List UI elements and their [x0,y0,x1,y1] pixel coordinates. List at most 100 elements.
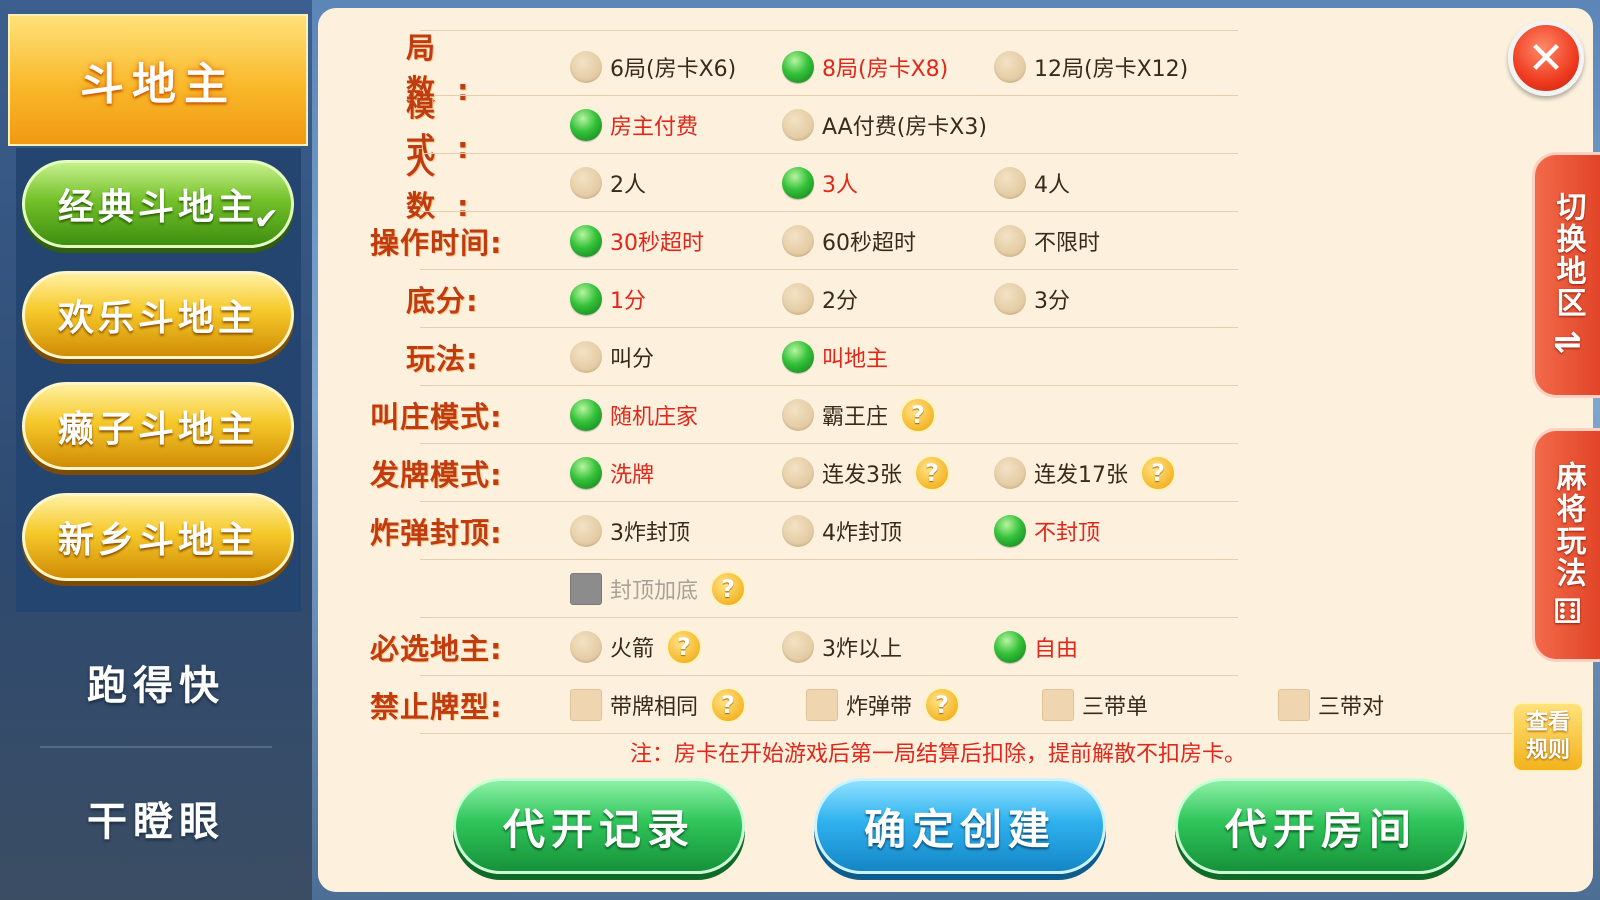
option-radio[interactable]: 8局(房卡X8) [782,38,948,96]
option-radio[interactable]: 4炸封顶 [782,502,902,560]
proxy-room-button[interactable]: 代开房间 [1175,778,1467,874]
game-paodekuai[interactable]: 跑得快 [0,622,312,742]
option-radio[interactable]: 连发3张? [782,444,950,502]
radio-selected-icon [570,283,602,315]
room-settings-panel: 局 数: 6局(房卡X6) 8局(房卡X8) 12局(房卡X12) 模 式: 房主付费 AA… [318,8,1593,892]
mode-xinxiang-button[interactable]: 新乡斗地主 [22,493,294,581]
option-radio[interactable]: 房主付费 [570,96,698,154]
mode-label: 新乡斗地主 [57,520,258,561]
option-radio[interactable]: 6局(房卡X6) [570,38,736,96]
radio-unselected-icon [570,51,602,83]
radio-unselected-icon [782,109,814,141]
option-radio[interactable]: 4人 [994,154,1070,212]
option-radio[interactable]: 30秒超时 [570,212,704,270]
option-radio[interactable]: 火箭? [570,618,703,676]
checkbox-icon [1278,689,1310,721]
option-radio[interactable]: 叫地主 [782,328,888,386]
dice-icon: ⚅ [1552,592,1583,632]
radio-unselected-icon [994,283,1026,315]
help-icon[interactable]: ? [900,397,937,433]
option-radio[interactable]: 3分 [994,270,1070,328]
option-checkbox[interactable]: 带牌相同? [570,676,747,734]
proxy-records-button[interactable]: 代开记录 [453,778,745,874]
option-label: 三带单 [1082,695,1149,720]
settings-row: 玩法: 叫分 叫地主 [318,328,1593,386]
option-radio[interactable]: 不限时 [994,212,1100,270]
option-radio[interactable]: 2人 [570,154,646,212]
option-label: 12局(房卡X12) [1034,57,1189,82]
option-radio[interactable]: 3炸以上 [782,618,902,676]
confirm-create-button[interactable]: 确定创建 [814,778,1106,874]
option-label: 不限时 [1034,231,1101,256]
option-radio[interactable]: AA付费(房卡X3) [782,96,987,154]
game-gandengyan[interactable]: 干瞪眼 [0,758,312,878]
option-label: 3炸以上 [822,637,902,662]
option-label: 随机庄家 [610,405,699,430]
mode-laizi-button[interactable]: 癞子斗地主 [22,382,294,470]
sidebar-divider [40,746,272,748]
divider [420,733,1513,734]
row-label: 炸弹封顶: [370,516,503,550]
option-radio[interactable]: 洗牌 [570,444,654,502]
option-label: 三带对 [1318,695,1385,720]
help-icon[interactable]: ? [1140,455,1176,491]
option-label: 3人 [822,173,858,198]
radio-unselected-icon [994,457,1026,489]
row-label: 人 数: [406,147,491,223]
row-label: 操作时间: [370,226,503,260]
checkbox-icon [570,689,602,721]
view-rules-button[interactable]: 查看规则 [1512,702,1584,772]
option-radio[interactable]: 60秒超时 [782,212,916,270]
help-icon[interactable]: ? [914,455,950,491]
option-radio[interactable]: 随机庄家 [570,386,698,444]
settings-row: 操作时间: 30秒超时 60秒超时 不限时 [318,212,1593,270]
rules-label: 查看规则 [1525,710,1570,763]
option-radio[interactable]: 霸王庄? [782,386,937,444]
option-checkbox[interactable]: 三带对 [1278,676,1384,734]
option-label: 连发3张 [822,463,902,488]
option-radio[interactable]: 自由 [994,618,1078,676]
option-label: 6局(房卡X6) [610,57,737,82]
settings-row: 封顶加底? [318,560,1593,618]
option-label: 叫地主 [822,347,889,372]
option-radio[interactable]: 叫分 [570,328,654,386]
radio-unselected-icon [994,51,1026,83]
close-button[interactable]: ✕ [1508,20,1584,96]
option-label: 叫分 [610,347,655,372]
help-icon[interactable]: ? [710,687,747,723]
help-icon[interactable]: ? [666,629,703,665]
radio-unselected-icon [570,341,602,373]
help-icon[interactable]: ? [924,687,961,723]
switch-region-tab[interactable]: 切换地区 ⇌ [1532,152,1600,398]
option-radio[interactable]: 3人 [782,154,858,212]
option-radio[interactable]: 3炸封顶 [570,502,690,560]
option-radio[interactable]: 不封顶 [994,502,1100,560]
option-checkbox[interactable]: 三带单 [1042,676,1148,734]
check-icon: ✔ [253,202,283,237]
mode-classic-button[interactable]: 经典斗地主 ✔ [22,160,294,248]
radio-selected-icon [570,457,602,489]
option-label: 房主付费 [610,115,699,140]
option-radio[interactable]: 连发17张? [994,444,1176,502]
option-label: 8局(房卡X8) [822,57,949,82]
option-radio[interactable]: 12局(房卡X12) [994,38,1188,96]
option-radio[interactable]: 2分 [782,270,858,328]
option-label: 60秒超时 [822,231,916,256]
option-label: 2人 [610,173,646,198]
option-label: 霸王庄 [822,405,889,430]
tab-label: 切换地区 [1550,191,1586,319]
help-icon[interactable]: ? [710,571,747,607]
button-label: 代开房间 [1224,804,1417,854]
radio-selected-icon [782,341,814,373]
row-label: 必选地主: [370,632,503,666]
radio-selected-icon [570,109,602,141]
mode-label: 欢乐斗地主 [57,298,258,339]
settings-row: 发牌模式: 洗牌 连发3张? 连发17张? [318,444,1593,502]
option-radio[interactable]: 1分 [570,270,646,328]
option-label: 4炸封顶 [822,521,902,546]
radio-selected-icon [994,515,1026,547]
mahjong-tab[interactable]: 麻将玩法 ⚅ [1532,428,1600,662]
tab-label: 麻将玩法 [1550,461,1586,589]
mode-happy-button[interactable]: 欢乐斗地主 [22,271,294,359]
option-checkbox[interactable]: 炸弹带? [806,676,961,734]
